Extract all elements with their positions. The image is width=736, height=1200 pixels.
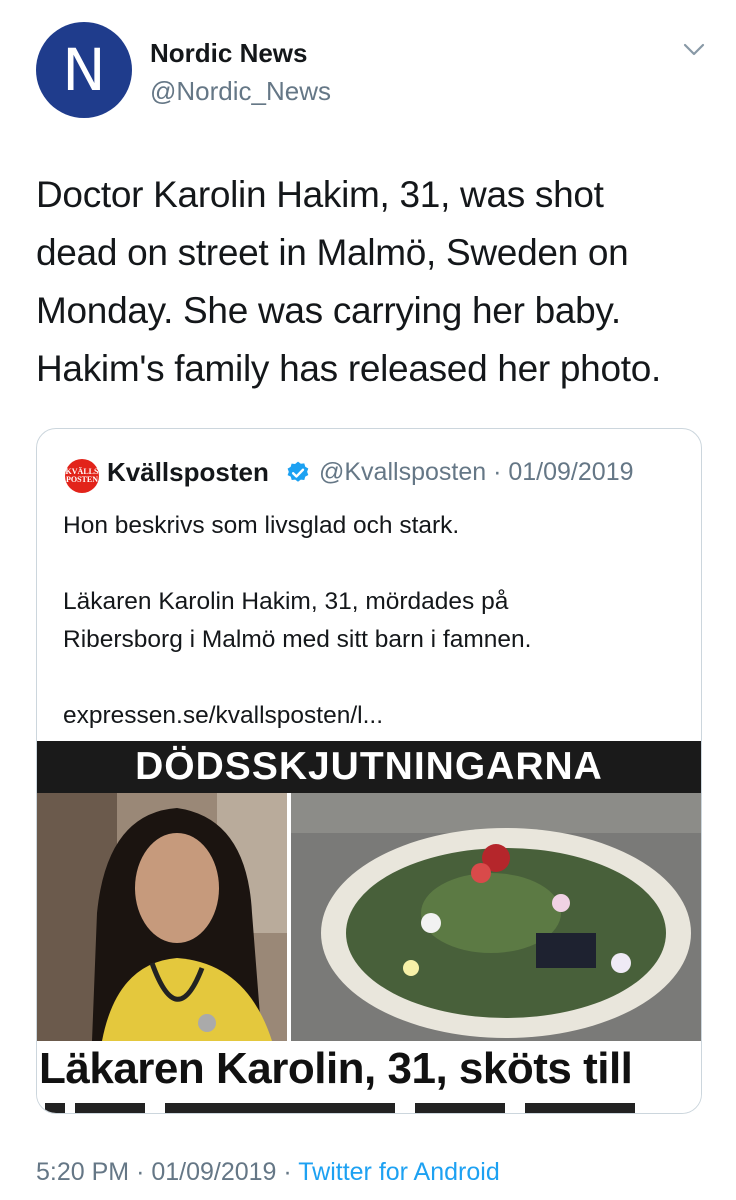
tweet-source-link[interactable]: Twitter for Android [298,1158,499,1186]
verified-badge-icon [287,461,309,482]
media-headline: Läkaren Karolin, 31, sköts till [39,1044,633,1093]
tweet-time: 5:20 PM [36,1158,130,1186]
footer-separator: · [136,1158,145,1186]
quoted-date[interactable]: 01/09/2019 [508,458,633,486]
quoted-link[interactable]: expressen.se/kvallsposten/l... [63,697,683,735]
footer-separator: · [283,1158,292,1186]
tweet-text-line: dead on street in Malmö, Sweden on [36,232,629,273]
headline-area: Läkaren Karolin, 31, sköts till [37,1041,701,1113]
quoted-text-line: Hon beskrivs som livsglad och stark. [63,512,460,539]
kvallsposten-logo: KVÄLLS POSTEN [65,459,99,493]
tweet-footer: 5:20 PM · 01/09/2019 · Twitter for Andro… [36,1158,500,1187]
quoted-meta: @Kvallsposten · 01/09/2019 [319,458,634,487]
quoted-handle[interactable]: @Kvallsposten [319,458,486,486]
quoted-text-line: Läkaren Karolin Hakim, 31, mördades på [63,588,509,615]
media-banner: DÖDSSKJUTNINGARNA [37,741,701,793]
tweet-text-line: Hakim's family has released her photo. [36,348,661,389]
tweet-text-line: Monday. She was carrying her baby. [36,290,621,331]
quoted-text: Hon beskrivs som livsglad och stark. Läk… [63,507,683,735]
quoted-media[interactable]: DÖDSSKJUTNINGARNA Läkaren Karolin, 31, s… [37,741,701,1113]
quoted-text-line: Ribersborg i Malmö med sitt barn i famne… [63,626,532,653]
avatar-letter: N [62,36,106,104]
tweet-text-line: Doctor Karolin Hakim, 31, was shot [36,174,604,215]
tweet-text: Doctor Karolin Hakim, 31, was shot dead … [36,166,706,398]
logo-text-line2: POSTEN [65,475,98,484]
tweet-date: 01/09/2019 [151,1158,277,1186]
portrait-photo [37,793,287,1041]
quoted-display-name[interactable]: Kvällsposten [107,457,269,488]
avatar[interactable]: N [36,22,132,118]
author-handle[interactable]: @Nordic_News [150,76,331,107]
meta-separator: · [493,458,502,486]
cropped-headline-line [45,1103,635,1113]
author-display-name[interactable]: Nordic News [150,38,308,69]
quoted-tweet-card[interactable]: KVÄLLS POSTEN Kvällsposten @Kvallsposten… [36,428,702,1114]
chevron-down-icon[interactable] [682,40,706,60]
memorial-photo [291,793,701,1041]
